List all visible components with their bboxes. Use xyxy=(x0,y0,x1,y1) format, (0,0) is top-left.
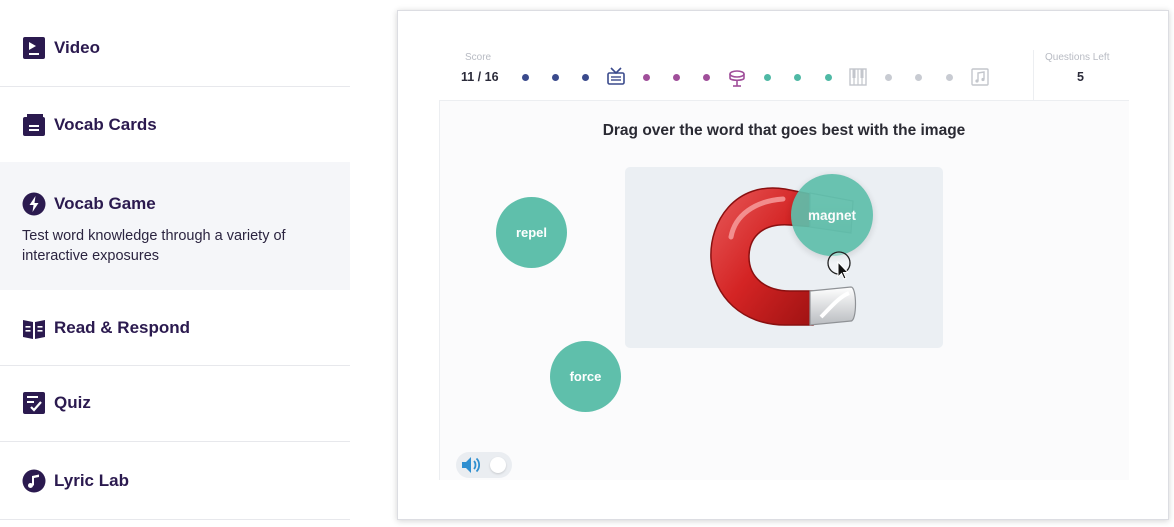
question-image-panel xyxy=(625,167,943,348)
music-sheet-icon xyxy=(970,68,989,86)
speaker-icon xyxy=(462,457,481,473)
progress-dot xyxy=(945,73,953,81)
sidebar-item-label: Vocab Cards xyxy=(54,115,157,134)
word-bubble-repel[interactable]: repel xyxy=(496,197,567,268)
questions-left-value: 5 xyxy=(1077,70,1084,84)
checklist-icon xyxy=(23,392,45,414)
sidebar-item-vocab-game[interactable]: Vocab Game Test word knowledge through a… xyxy=(0,162,350,290)
score-label: Score xyxy=(465,52,492,63)
music-note-icon xyxy=(22,469,46,493)
progress-dot xyxy=(794,73,802,81)
sidebar-item-label: Video xyxy=(54,38,100,57)
bolt-icon xyxy=(22,192,46,216)
divider xyxy=(1033,50,1034,101)
progress-dot xyxy=(915,73,923,81)
sidebar-item-label: Quiz xyxy=(54,393,91,412)
progress-dot xyxy=(763,73,771,81)
audio-toggle[interactable] xyxy=(456,452,512,478)
score-value: 11 / 16 xyxy=(461,70,499,84)
progress-dot xyxy=(885,73,893,81)
sidebar-item-quiz[interactable]: Quiz xyxy=(0,366,350,442)
sidebar-item-vocab-cards[interactable]: Vocab Cards xyxy=(0,87,350,163)
word-bubble-magnet[interactable]: magnet xyxy=(791,174,873,256)
sidebar-item-video[interactable]: Video xyxy=(0,0,350,87)
drum-icon xyxy=(729,70,745,87)
question-prompt: Drag over the word that goes best with t… xyxy=(602,122,966,139)
sidebar-item-read-respond[interactable]: Read & Respond xyxy=(0,290,350,366)
sidebar-item-label: Read & Respond xyxy=(54,318,191,337)
progress-dot xyxy=(551,73,559,81)
activity-sidebar: Video Vocab Cards Vocab Game Test word k… xyxy=(0,0,350,527)
questions-left-label: Questions Left xyxy=(1045,52,1110,63)
video-icon xyxy=(23,37,45,59)
drag-cursor-icon xyxy=(827,251,851,280)
progress-dot xyxy=(582,73,590,81)
sidebar-item-label: Vocab Game xyxy=(54,194,156,213)
progress-dot xyxy=(521,73,529,81)
sidebar-item-description: Test word knowledge through a variety of… xyxy=(22,228,286,264)
progress-dot xyxy=(703,73,711,81)
piano-icon xyxy=(849,68,867,86)
sidebar-item-label: Lyric Lab xyxy=(54,471,129,490)
progress-dot xyxy=(824,73,832,81)
magnet-image xyxy=(710,187,857,326)
toggle-knob xyxy=(490,457,506,473)
book-icon xyxy=(23,320,45,339)
score-bar xyxy=(439,50,1129,101)
cards-icon xyxy=(23,114,45,136)
sidebar-item-lyric-lab[interactable]: Lyric Lab xyxy=(0,442,350,520)
radio-icon xyxy=(607,67,625,85)
progress-dot xyxy=(673,73,680,81)
word-bubble-force[interactable]: force xyxy=(550,341,621,412)
progress-dot xyxy=(642,73,650,81)
